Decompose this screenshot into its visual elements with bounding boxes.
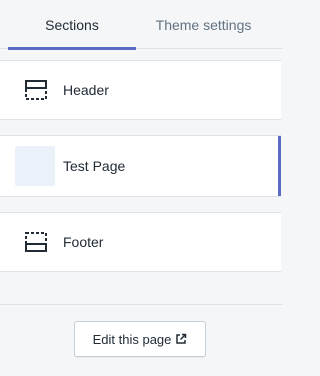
tab-sections[interactable]: Sections bbox=[8, 0, 136, 50]
divider bbox=[0, 304, 283, 305]
external-link-icon bbox=[176, 333, 187, 344]
tab-sections-label: Sections bbox=[45, 16, 99, 33]
section-thumbnail bbox=[15, 146, 55, 186]
tab-theme-settings-label: Theme settings bbox=[155, 16, 252, 33]
section-item-label: Test Page bbox=[63, 158, 126, 174]
section-item-header[interactable]: Header bbox=[0, 60, 281, 120]
tab-theme-settings[interactable]: Theme settings bbox=[136, 0, 271, 49]
tab-bar: Sections Theme settings bbox=[0, 0, 283, 50]
section-item-label: Footer bbox=[63, 234, 104, 250]
footer-layout-icon bbox=[25, 232, 47, 252]
header-layout-icon bbox=[25, 80, 47, 100]
section-item-test-page[interactable]: Test Page bbox=[0, 135, 281, 197]
section-item-label: Header bbox=[63, 82, 109, 98]
section-item-footer[interactable]: Footer bbox=[0, 212, 281, 272]
edit-this-page-button[interactable]: Edit this page bbox=[74, 321, 206, 357]
edit-this-page-label: Edit this page bbox=[92, 331, 172, 347]
